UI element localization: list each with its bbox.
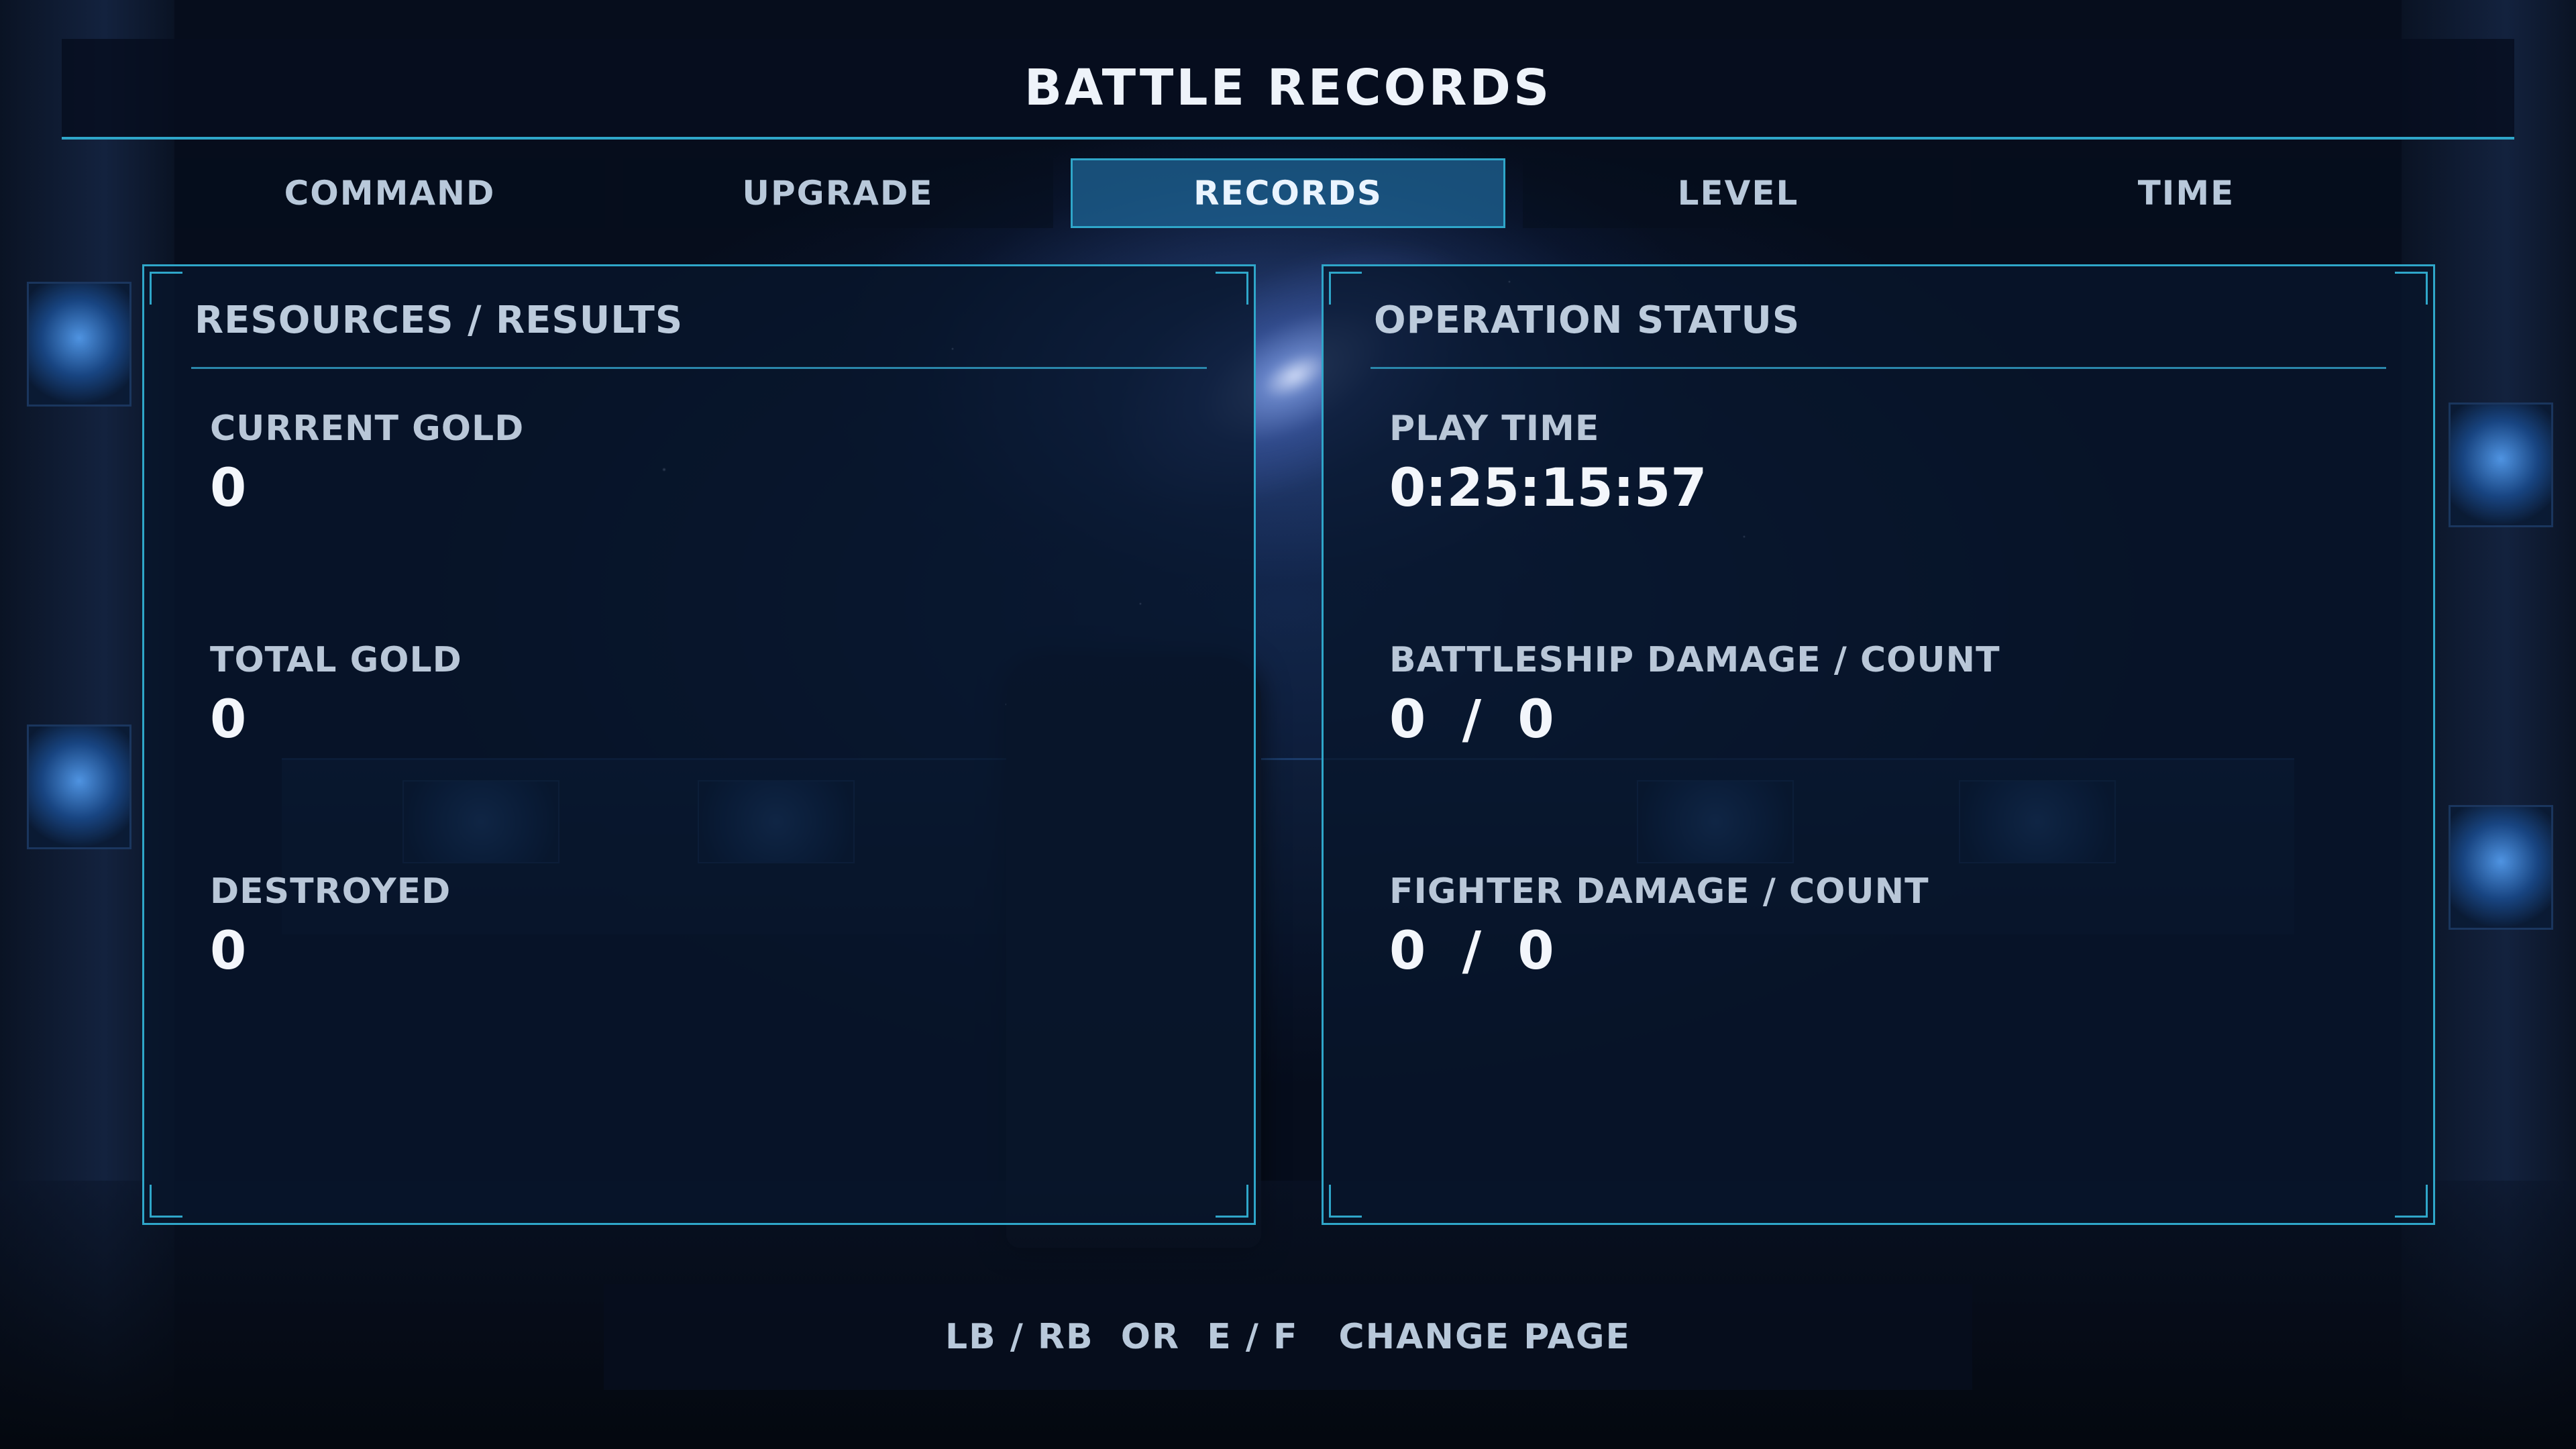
- tab-upgrade[interactable]: UPGRADE: [623, 158, 1053, 228]
- panel-title: RESOURCES / RESULTS: [195, 299, 684, 342]
- header-bar: BATTLE RECORDS: [62, 39, 2514, 140]
- panel-corner: [1216, 1185, 1248, 1218]
- tab-records[interactable]: RECORDS: [1071, 158, 1505, 228]
- stat-value: 0: [210, 921, 247, 981]
- tab-label: UPGRADE: [742, 174, 934, 213]
- panel-title: OPERATION STATUS: [1374, 299, 1801, 342]
- stat-current-gold: CURRENT GOLD 0: [210, 409, 524, 519]
- panel-divider: [1371, 367, 2386, 369]
- stat-label: FIGHTER DAMAGE / COUNT: [1389, 871, 1929, 912]
- tab-level[interactable]: LEVEL: [1523, 158, 1953, 228]
- stat-label: PLAY TIME: [1389, 409, 1600, 449]
- stat-label: BATTLESHIP DAMAGE / COUNT: [1389, 640, 2000, 680]
- stat-fighter-damage-count: FIGHTER DAMAGE / COUNT 0 / 0: [1389, 871, 1929, 981]
- stat-label: DESTROYED: [210, 871, 451, 912]
- resources-results-panel: RESOURCES / RESULTS CURRENT GOLD 0 TOTAL…: [142, 264, 1256, 1225]
- tab-time[interactable]: TIME: [1971, 158, 2402, 228]
- stat-value: 0: [210, 458, 247, 519]
- stat-value: 0:25:15:57: [1389, 458, 1707, 519]
- panel-corner: [1329, 272, 1362, 305]
- wall-monitor: [2449, 402, 2553, 527]
- operation-status-panel: OPERATION STATUS PLAY TIME 0:25:15:57 BA…: [1322, 264, 2435, 1225]
- tab-label: RECORDS: [1193, 174, 1383, 213]
- panel-corner: [150, 272, 182, 305]
- page-title: BATTLE RECORDS: [1024, 59, 1552, 117]
- control-hint-bar: LB / RB OR E / F CHANGE PAGE: [604, 1284, 1972, 1390]
- stat-destroyed: DESTROYED 0: [210, 871, 451, 981]
- stat-value: 0 / 0: [1389, 690, 1554, 750]
- stat-battleship-damage-count: BATTLESHIP DAMAGE / COUNT 0 / 0: [1389, 640, 2000, 750]
- panel-corner: [2395, 272, 2428, 305]
- tab-label: LEVEL: [1677, 174, 1799, 213]
- control-hint-action: CHANGE PAGE: [1338, 1317, 1631, 1357]
- tab-command[interactable]: COMMAND: [174, 158, 605, 228]
- panel-corner: [1216, 272, 1248, 305]
- wall-monitor: [27, 724, 131, 849]
- wall-monitor: [27, 282, 131, 407]
- stat-play-time: PLAY TIME 0:25:15:57: [1389, 409, 1707, 519]
- stat-value: 0: [210, 690, 247, 750]
- tab-bar: COMMAND UPGRADE RECORDS LEVEL TIME: [174, 158, 2402, 228]
- wall-monitor: [2449, 805, 2553, 930]
- panel-corner: [2395, 1185, 2428, 1218]
- tab-label: COMMAND: [284, 174, 496, 213]
- tab-label: TIME: [2137, 174, 2235, 213]
- stat-total-gold: TOTAL GOLD 0: [210, 640, 462, 750]
- panel-corner: [150, 1185, 182, 1218]
- stat-label: TOTAL GOLD: [210, 640, 462, 680]
- stat-label: CURRENT GOLD: [210, 409, 525, 449]
- panel-corner: [1329, 1185, 1362, 1218]
- panel-divider: [191, 367, 1207, 369]
- stat-value: 0 / 0: [1389, 921, 1554, 981]
- game-screen: BATTLE RECORDS COMMAND UPGRADE RECORDS L…: [0, 0, 2576, 1449]
- control-hint-keys: LB / RB OR E / F: [945, 1317, 1299, 1357]
